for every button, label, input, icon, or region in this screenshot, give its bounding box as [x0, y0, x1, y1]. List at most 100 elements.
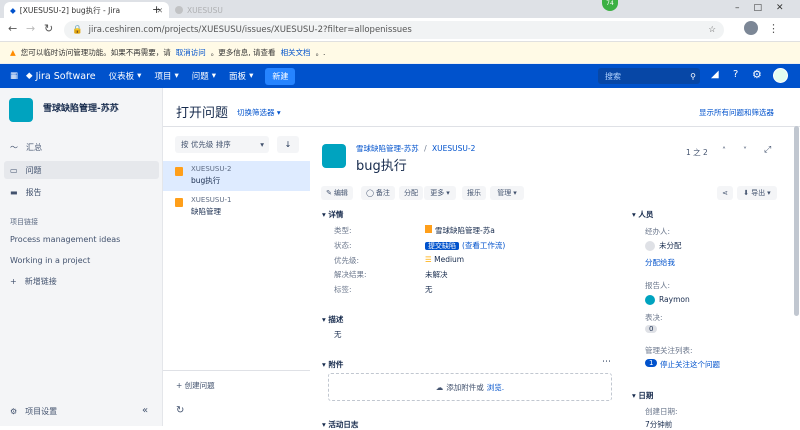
docs-link[interactable]: 相关文档	[281, 47, 311, 58]
upload-cloud-icon: ☁	[435, 382, 444, 392]
prev-issue-icon[interactable]: ˄	[722, 146, 726, 155]
user-avatar[interactable]	[773, 68, 788, 83]
report-button[interactable]: 报乐	[462, 186, 486, 200]
view-workflow-link[interactable]: (查看工作流)	[462, 241, 505, 250]
window-controls[interactable]: –□✕	[735, 3, 798, 13]
link-process-ideas[interactable]: Process management ideas	[10, 235, 120, 244]
chevron-down-icon: ▾	[446, 189, 450, 197]
breadcrumb-separator: /	[424, 144, 427, 153]
sidebar-item-issues[interactable]: ▭ 问题	[10, 165, 42, 176]
nav-boards[interactable]: 面板 ▾	[229, 70, 253, 82]
watchers-label: 管理关注列表:	[645, 346, 693, 355]
notifications-icon[interactable]: ◢	[711, 69, 719, 80]
pencil-icon: ✎	[326, 189, 332, 197]
search-input[interactable]: 搜索 ⚲	[598, 68, 700, 84]
project-name[interactable]: 雪球缺陷管理-苏苏	[43, 101, 119, 114]
assign-button[interactable]: 分配	[399, 186, 423, 200]
breadcrumb-project[interactable]: 雪球缺陷管理-苏苏	[356, 144, 419, 153]
field-labels-value: 无	[425, 285, 433, 294]
attachment-options-icon[interactable]: ⋯	[602, 357, 611, 367]
sort-dropdown[interactable]: 按 优先级 排序 ▾	[175, 136, 269, 153]
reporter-value[interactable]: Raymon	[645, 295, 690, 305]
description-section-header[interactable]: ▾ 描述	[322, 314, 343, 325]
attach-text: 添加附件或	[446, 382, 484, 392]
tab-title: [XUESUSU-2] bug执行 - Jira	[19, 5, 121, 15]
breadcrumb-key[interactable]: XUESUSU-2	[432, 144, 475, 153]
nav-issues[interactable]: 问题 ▾	[192, 70, 216, 82]
admin-button[interactable]: 管理 ▾	[490, 186, 524, 200]
status-badge[interactable]: 提交缺陷	[425, 242, 459, 250]
dates-section-header[interactable]: ▾ 日期	[632, 390, 653, 401]
field-type-value: 雪球缺陷管理-苏a	[425, 225, 495, 236]
field-priority-value: ☰ Medium	[425, 255, 465, 264]
watchers-count[interactable]: 1	[645, 359, 658, 367]
browse-link[interactable]: 浏览.	[487, 382, 504, 393]
project-avatar[interactable]	[9, 98, 33, 122]
settings-gear-icon[interactable]: ⚙	[752, 68, 762, 81]
star-icon[interactable]: ☆	[708, 25, 716, 35]
people-section-header[interactable]: ▾ 人员	[632, 209, 653, 220]
nav-projects[interactable]: 项目 ▾	[154, 70, 178, 82]
edit-button[interactable]: ✎ 编辑	[321, 186, 353, 200]
attachment-dropzone[interactable]: ☁ 添加附件或 浏览.	[328, 373, 612, 401]
apps-grid-icon[interactable]: ▦	[10, 71, 18, 81]
description-value[interactable]: 无	[334, 329, 342, 340]
field-resolution-value: 未解决	[425, 270, 448, 279]
more-button[interactable]: 更多 ▾	[424, 186, 456, 200]
tab2-title: XUESUSU	[187, 5, 223, 15]
new-tab-button[interactable]: +	[152, 3, 161, 16]
jira-logo-text[interactable]: Jira Software	[36, 71, 96, 82]
refresh-icon[interactable]: ↻	[176, 405, 184, 416]
export-button[interactable]: ⬇ 导出 ▾	[737, 186, 777, 200]
create-button[interactable]: 新建	[265, 67, 296, 85]
sidebar-item-summary[interactable]: 〜汇总	[10, 142, 42, 153]
assign-to-me-link[interactable]: 分配给我	[645, 257, 675, 268]
show-all-link[interactable]: 显示所有问题和筛选器	[699, 107, 774, 118]
stop-watching-link[interactable]: 停止关注这个问题	[660, 359, 720, 370]
jira-logo-icon[interactable]: ◆	[26, 71, 33, 81]
create-issue-link[interactable]: + 创建问题	[176, 380, 215, 391]
scrollbar[interactable]	[794, 126, 799, 316]
activity-section-header[interactable]: ▾ 活动日志	[322, 419, 358, 430]
back-icon[interactable]: ←	[8, 22, 17, 35]
issue-row[interactable]: XUESUSU-1 缺陷管理	[163, 192, 310, 222]
nav-dashboard[interactable]: 仪表板 ▾	[109, 70, 142, 82]
reload-icon[interactable]: ↻	[44, 22, 53, 35]
switch-filter[interactable]: 切换筛选器 ▾	[237, 107, 281, 118]
chevron-down-icon: ▾	[174, 71, 179, 81]
share-button[interactable]: ⋖	[717, 186, 733, 200]
url-field[interactable]: 🔒 jira.ceshiren.com/projects/XUESUSU/iss…	[64, 21, 724, 39]
gear-icon: ⚙	[10, 407, 18, 416]
attachments-section-header[interactable]: ▾ 附件	[322, 359, 343, 370]
plus-icon: +	[10, 277, 17, 286]
sidebar-item-reports[interactable]: ▬ 报告	[10, 187, 42, 198]
details-section-header[interactable]: ▾ 详情	[322, 209, 343, 220]
expand-icon[interactable]: ⤢	[764, 145, 771, 155]
add-link[interactable]: + 新增链接	[10, 276, 57, 287]
forward-icon[interactable]: →	[26, 22, 35, 35]
link-working-project[interactable]: Working in a project	[10, 256, 90, 265]
help-icon[interactable]: ?	[733, 69, 738, 80]
warning-text-1: 您可以临时访问管理功能。如果不再需要，请	[20, 48, 171, 57]
cancel-access-link[interactable]: 取消访问	[176, 47, 206, 58]
issue-row[interactable]: XUESUSU-2 bug执行	[163, 161, 310, 191]
next-issue-icon[interactable]: ˅	[743, 146, 747, 155]
jira-favicon-icon: ◆	[10, 5, 16, 15]
browser-tab-active[interactable]: ◆ [XUESUSU-2] bug执行 - Jira ✕	[4, 2, 169, 18]
votes-count[interactable]: 0	[645, 325, 658, 333]
chart-icon: ▬	[10, 188, 18, 197]
comment-button[interactable]: ◯ 备注	[361, 186, 395, 200]
warning-text-2: 。更多信息, 请查看	[210, 48, 276, 57]
project-settings[interactable]: ⚙ 项目设置	[10, 406, 57, 417]
sort-direction-button[interactable]: ↓	[277, 136, 299, 153]
download-icon: ⬇	[743, 189, 750, 197]
browser-tab-blurred[interactable]: XUESUSU	[175, 3, 345, 17]
divider	[163, 126, 800, 127]
divider	[163, 370, 310, 371]
chevron-down-icon: ▾	[513, 189, 517, 197]
menu-dots-icon[interactable]: ⋮	[768, 22, 779, 35]
pager: 1 之 2	[686, 148, 708, 157]
issue-title[interactable]: bug执行	[356, 155, 407, 174]
collapse-sidebar-icon[interactable]: «	[142, 405, 148, 416]
profile-icon[interactable]	[744, 21, 758, 35]
